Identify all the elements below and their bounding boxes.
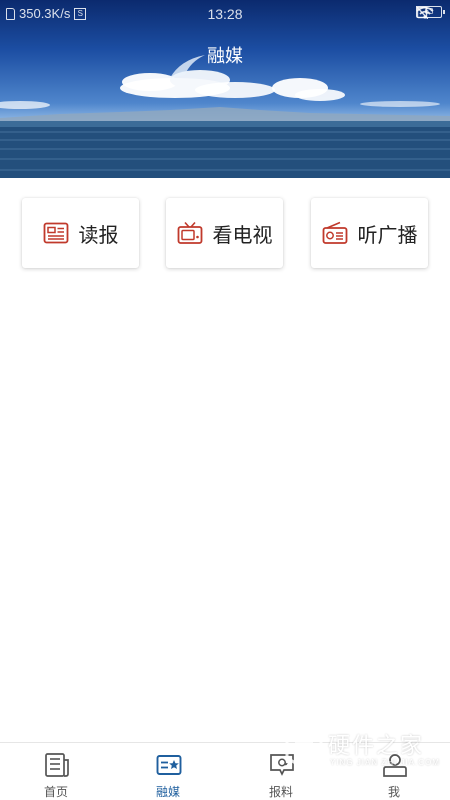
watch-tv-button[interactable]: 看电视 <box>166 198 283 268</box>
watch-tv-label: 看电视 <box>212 224 273 247</box>
status-time: 13:28 <box>207 6 243 22</box>
status-right: 63 <box>416 6 445 19</box>
battery-icon: 63 <box>416 6 445 18</box>
cube-logo-icon <box>285 724 323 770</box>
media-card-icon <box>156 755 182 775</box>
watermark: 硬件之家 YING JIAN ZHI JIA.COM <box>284 722 444 774</box>
radio-icon <box>322 221 347 244</box>
listen-radio-label: 听广播 <box>357 224 418 247</box>
media-entry-row: 读报 看电视 听广播 <box>0 198 450 268</box>
watermark-subtext: YING JIAN ZHI JIA.COM <box>330 758 440 767</box>
newspaper-icon <box>43 222 68 244</box>
listen-radio-button[interactable]: 听广播 <box>311 198 428 268</box>
status-bar: 350.3K/s S 13:28 63 <box>0 0 450 28</box>
tab-home[interactable]: 首页 <box>0 743 112 800</box>
tab-home-label: 首页 <box>43 785 68 799</box>
tv-icon <box>177 221 202 244</box>
hero-banner: 350.3K/s S 13:28 63 融媒 <box>0 0 450 178</box>
page-title: 融媒 <box>207 46 243 66</box>
tab-report-label: 报料 <box>268 785 293 799</box>
tab-me-label: 我 <box>387 785 400 799</box>
watermark-text: 硬件之家 <box>328 733 425 758</box>
read-newspaper-label: 读报 <box>78 224 119 247</box>
read-newspaper-button[interactable]: 读报 <box>22 198 139 268</box>
tab-media[interactable]: 融媒 <box>112 743 224 800</box>
news-list-icon <box>45 753 69 777</box>
tab-media-label: 融媒 <box>155 785 180 799</box>
